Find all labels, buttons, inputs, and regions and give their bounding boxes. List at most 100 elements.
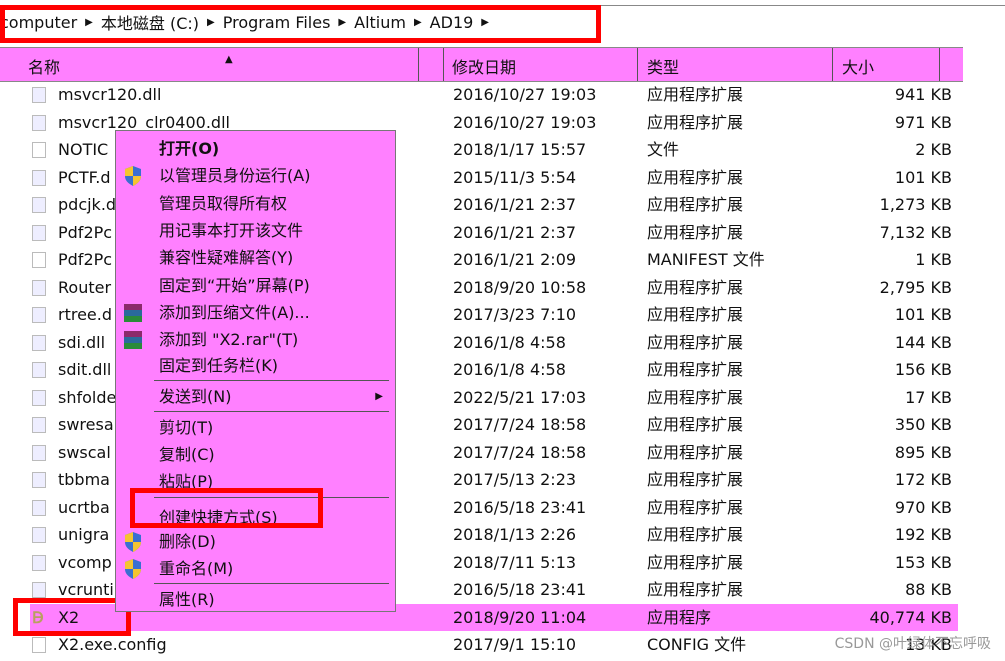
annotation-box-breadcrumb — [0, 5, 601, 43]
file-type: 应用程序扩展 — [647, 525, 744, 544]
file-name: pdcjk.d — [58, 195, 117, 214]
file-type: 应用程序扩展 — [647, 415, 744, 434]
file-date: 2017/7/24 18:58 — [453, 415, 587, 434]
file-date: 2018/9/20 11:04 — [453, 607, 587, 627]
file-name: Router — [58, 277, 112, 297]
file-date: 2022/5/21 17:03 — [453, 387, 587, 407]
file-icon — [32, 637, 46, 653]
file-icon — [32, 252, 46, 268]
menu-item[interactable]: 删除(D) — [159, 529, 216, 555]
winrar-icon — [124, 331, 142, 349]
dll-icon — [32, 169, 46, 186]
shield-icon — [125, 166, 141, 186]
file-name: swresa — [58, 415, 114, 434]
file-row[interactable]: X2.exe.config 2017/9/1 15:10 CONFIG 文件 1… — [30, 631, 958, 658]
dll-icon — [32, 499, 46, 516]
menu-item[interactable]: 重命名(M) — [159, 556, 233, 582]
file-date: 2016/10/27 19:03 — [453, 85, 597, 104]
file-size: 2 KB — [915, 140, 952, 159]
menu-item[interactable]: 添加到 "X2.rar"(T) — [159, 327, 298, 353]
file-name: PCTF.d — [58, 167, 111, 187]
file-date: 2016/5/18 23:41 — [453, 497, 587, 517]
file-size: 1 KB — [915, 250, 952, 269]
file-type: CONFIG 文件 — [647, 635, 747, 654]
file-type: 应用程序扩展 — [647, 112, 744, 132]
file-size: 192 KB — [894, 525, 952, 544]
menu-item[interactable]: 属性(R) — [159, 587, 215, 613]
file-size: 350 KB — [894, 415, 952, 434]
file-name: ucrtba — [58, 497, 110, 517]
file-type: 应用程序扩展 — [647, 360, 744, 379]
file-name: NOTIC — [58, 140, 109, 159]
column-header: ▲ 名称 修改日期 类型 大小 — [0, 47, 963, 82]
file-row[interactable]: msvcr120.dll 2016/10/27 19:03 应用程序扩展 941… — [30, 81, 958, 108]
file-size: 172 KB — [894, 470, 952, 489]
file-name: sdi.dll — [58, 332, 106, 352]
file-size: 970 KB — [894, 497, 952, 517]
dll-icon — [32, 279, 46, 296]
annotation-box-create-shortcut — [130, 488, 323, 528]
file-name: unigra — [58, 525, 110, 544]
file-name: msvcr120.dll — [58, 85, 162, 104]
menu-item[interactable]: 固定到任务栏(K) — [159, 353, 278, 379]
file-size: 1,273 KB — [879, 195, 952, 214]
menu-item[interactable]: 剪切(T) — [159, 415, 213, 441]
file-date: 2018/1/17 15:57 — [453, 140, 587, 159]
shield-icon — [125, 532, 141, 552]
file-name: swscal — [58, 442, 111, 462]
file-type: 应用程序扩展 — [647, 442, 744, 462]
dll-icon — [32, 334, 46, 351]
file-date: 2017/7/24 18:58 — [453, 442, 587, 462]
dll-icon — [32, 114, 46, 131]
menu-item[interactable]: 管理员取得所有权 — [159, 191, 287, 217]
file-type: 应用程序扩展 — [647, 85, 744, 104]
file-name: vcomp — [58, 552, 112, 572]
watermark: CSDN @叶绿体不忘呼吸 — [834, 636, 991, 652]
file-name: shfolde — [58, 387, 117, 407]
file-date: 2018/1/13 2:26 — [453, 525, 577, 544]
menu-item[interactable]: 打开(O) — [159, 136, 219, 162]
file-size: 153 KB — [894, 552, 952, 572]
column-size[interactable]: 大小 — [842, 54, 874, 78]
winrar-icon — [124, 304, 142, 322]
file-size: 971 KB — [894, 112, 952, 132]
menu-separator — [154, 583, 389, 584]
dll-icon — [32, 417, 46, 433]
column-name[interactable]: 名称 — [28, 54, 60, 78]
file-size: 2,795 KB — [879, 277, 952, 297]
menu-separator — [154, 380, 389, 381]
file-name: rtree.d — [58, 305, 113, 324]
file-type: 应用程序扩展 — [647, 222, 744, 242]
file-date: 2016/1/21 2:37 — [453, 222, 577, 242]
menu-item[interactable]: 兼容性疑难解答(Y) — [159, 245, 293, 271]
file-type: 应用程序扩展 — [647, 470, 744, 489]
dll-icon — [32, 582, 46, 598]
file-name: Pdf2Pc — [58, 250, 113, 269]
file-name: tbbma — [58, 470, 110, 489]
file-size: 7,132 KB — [879, 222, 952, 242]
menu-item[interactable]: 复制(C) — [159, 442, 215, 468]
file-date: 2017/3/23 7:10 — [453, 305, 577, 324]
file-size: 17 KB — [905, 387, 952, 407]
column-date[interactable]: 修改日期 — [452, 54, 516, 78]
file-size: 941 KB — [894, 85, 952, 104]
file-type: 应用程序扩展 — [647, 167, 744, 187]
file-type: 应用程序扩展 — [647, 332, 744, 352]
dll-icon — [32, 444, 46, 461]
menu-item[interactable]: 添加到压缩文件(A)... — [159, 300, 310, 326]
column-type[interactable]: 类型 — [647, 54, 679, 78]
menu-separator — [154, 411, 389, 412]
file-type: 应用程序扩展 — [647, 277, 744, 297]
dll-icon — [32, 362, 46, 378]
menu-item[interactable]: 发送到(N) — [159, 384, 231, 410]
menu-item[interactable]: 用记事本打开该文件 — [159, 218, 303, 244]
dll-icon — [32, 87, 46, 103]
menu-item[interactable]: 固定到“开始”屏幕(P) — [159, 273, 310, 299]
file-size: 101 KB — [894, 167, 952, 187]
file-date: 2017/5/13 2:23 — [453, 470, 577, 489]
menu-item[interactable]: 以管理员身份运行(A) — [159, 163, 310, 189]
file-type: 应用程序扩展 — [647, 387, 744, 407]
file-size: 101 KB — [894, 305, 952, 324]
file-date: 2016/10/27 19:03 — [453, 112, 597, 132]
file-icon — [32, 142, 46, 158]
